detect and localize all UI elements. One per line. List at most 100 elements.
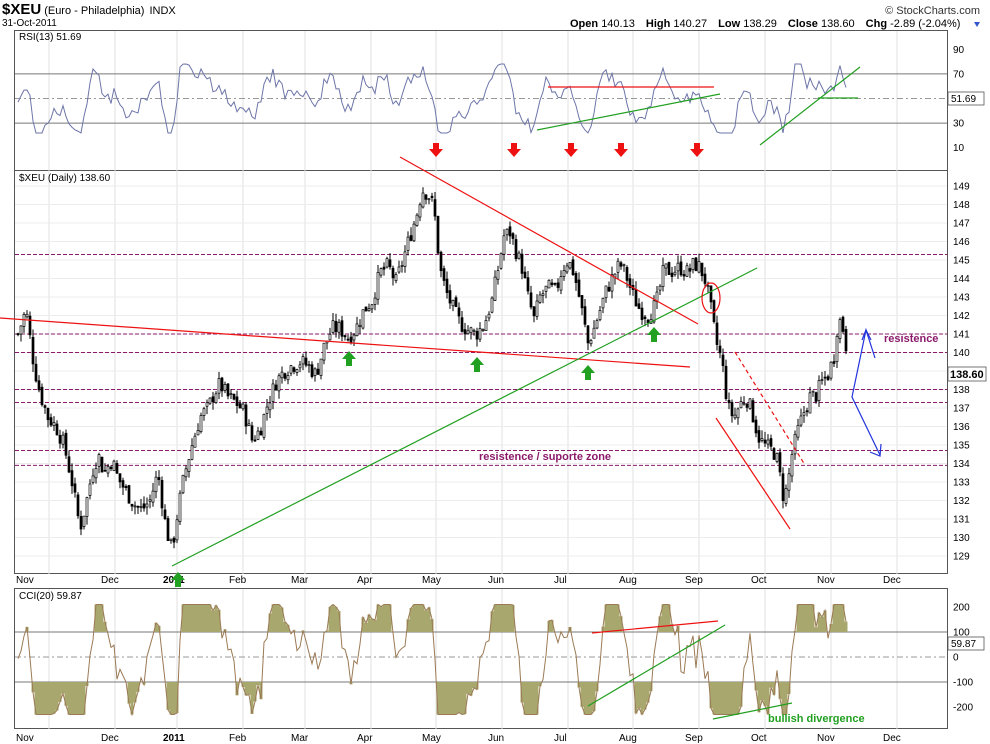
candle-body xyxy=(388,259,392,268)
rsi-green-support-line xyxy=(536,93,721,131)
candle-body xyxy=(550,282,554,286)
x-tick-label: Jun xyxy=(488,733,504,744)
candle-body xyxy=(718,345,722,354)
candle-body xyxy=(469,327,473,334)
candle-body xyxy=(763,439,767,444)
candle-body xyxy=(313,368,317,376)
candle-body xyxy=(610,274,614,292)
candle-body xyxy=(700,262,704,277)
candle-body xyxy=(433,199,437,217)
chart-date: 31-Oct-2011 xyxy=(2,18,57,29)
candle-body xyxy=(706,285,710,287)
candle-body xyxy=(382,266,386,270)
candle-body xyxy=(451,300,455,307)
candle-body xyxy=(637,303,641,309)
price-tick-label: 145 xyxy=(953,256,970,267)
candle-body xyxy=(619,262,623,267)
candle-body xyxy=(250,425,254,441)
candle-body xyxy=(37,380,41,391)
candle-body xyxy=(268,402,272,411)
candle-body xyxy=(721,354,725,366)
candle-body xyxy=(520,253,524,274)
candle-body xyxy=(73,483,77,493)
candle-body xyxy=(187,459,191,472)
candle-body xyxy=(349,336,353,343)
candle-body xyxy=(43,405,47,408)
candle-body xyxy=(529,292,533,308)
candle-body xyxy=(439,251,443,272)
candle-body xyxy=(793,434,797,455)
candle-body xyxy=(670,272,674,277)
x-tick-label: Nov xyxy=(16,733,34,744)
candle-body xyxy=(319,358,323,376)
candle-body xyxy=(586,325,590,344)
candle-body xyxy=(367,308,371,312)
candle-body xyxy=(769,438,773,447)
candle-body xyxy=(553,282,557,285)
candle-body xyxy=(526,277,530,292)
rsi-tick-label: 90 xyxy=(953,45,965,56)
symbol-title: $XEU (Euro - Philadelphia) INDX xyxy=(2,1,176,18)
candle-body xyxy=(82,515,86,527)
candle-body xyxy=(163,509,167,520)
candle-body xyxy=(280,371,284,379)
candle-body xyxy=(733,414,737,419)
price-title: $XEU (Daily) 138.60 xyxy=(19,173,111,184)
candle-body xyxy=(475,330,479,340)
green-up-arrow-icon xyxy=(581,365,595,380)
candle-body xyxy=(517,252,521,259)
price-tick-label: 137 xyxy=(953,404,970,415)
price-tick-label: 133 xyxy=(953,478,970,489)
candle-body xyxy=(502,235,506,255)
high-value: 140.27 xyxy=(673,18,707,30)
candle-body xyxy=(199,415,203,432)
x-tick-label: Oct xyxy=(751,733,767,744)
candle-body xyxy=(673,271,677,275)
price-last-tag: 138.60 xyxy=(947,366,987,382)
candle-body xyxy=(829,361,833,379)
candle-body xyxy=(442,268,446,281)
candle-body xyxy=(523,271,527,279)
candle-body xyxy=(76,494,80,517)
chg-label: Chg xyxy=(866,18,887,30)
price-tick-label: 143 xyxy=(953,293,970,304)
candle-body xyxy=(67,456,71,473)
candle-body xyxy=(124,486,128,488)
candle-body xyxy=(790,454,794,477)
candle-body xyxy=(607,286,611,292)
price-tick-label: 132 xyxy=(953,496,970,507)
candle-body xyxy=(235,396,239,406)
candle-body xyxy=(58,435,62,444)
candle-body xyxy=(97,454,101,467)
candle-body xyxy=(304,357,308,366)
candle-body xyxy=(328,333,332,341)
candle-body xyxy=(541,293,545,296)
candle-body xyxy=(70,470,74,487)
rsi-tick-label: 70 xyxy=(953,69,965,80)
candle-body xyxy=(688,268,692,272)
x-tick-label: Nov xyxy=(817,575,835,586)
cci-last-tag: 59.87 xyxy=(947,636,985,651)
candle-body xyxy=(274,384,278,391)
close-label: Close xyxy=(788,18,818,30)
candle-body xyxy=(157,477,161,481)
candle-body xyxy=(820,379,824,381)
candle-body xyxy=(640,307,644,320)
candle-body xyxy=(508,226,512,237)
candle-body xyxy=(538,294,542,303)
red-down-arrow-icon xyxy=(564,143,578,157)
candle-body xyxy=(697,261,701,273)
candle-body xyxy=(265,406,269,414)
candle-body xyxy=(403,251,407,267)
candle-body xyxy=(109,466,113,470)
candle-body xyxy=(844,329,848,352)
candle-body xyxy=(88,483,92,496)
candle-body xyxy=(739,401,743,409)
candle-body xyxy=(193,435,197,448)
price-tick-label: 148 xyxy=(953,200,970,211)
candle-body xyxy=(244,404,248,427)
cci-tick-label: -200 xyxy=(953,703,973,714)
candle-body xyxy=(286,375,290,381)
candle-body xyxy=(559,276,563,291)
candle-body xyxy=(184,468,188,478)
